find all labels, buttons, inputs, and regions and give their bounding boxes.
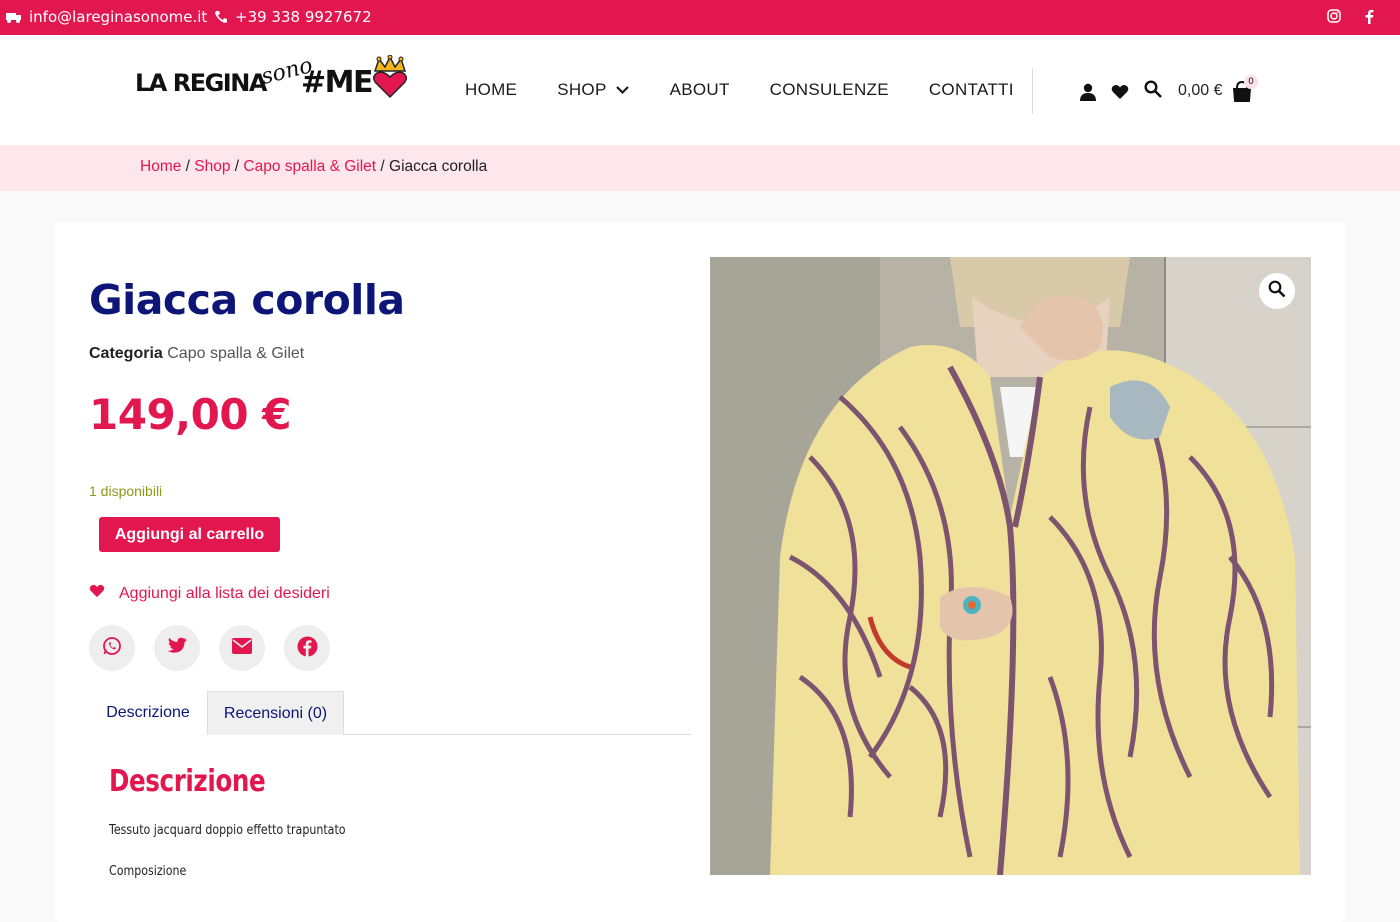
breadcrumb-separator: /: [376, 158, 390, 175]
facebook-icon[interactable]: [1364, 9, 1374, 24]
truck-mail-icon: [6, 10, 22, 24]
logo-text-regina: LA REGINA: [135, 69, 267, 97]
cart-count-badge: 0: [1244, 75, 1258, 89]
breadcrumb-current: Giacca corolla: [389, 158, 488, 175]
facebook-icon: [297, 636, 318, 661]
header-divider: [1032, 68, 1033, 114]
heart-icon: [89, 584, 105, 603]
product-image[interactable]: [710, 257, 1311, 875]
search-icon[interactable]: [1144, 80, 1162, 102]
user-icon[interactable]: [1080, 83, 1096, 105]
description-heading: Descrizione: [109, 764, 266, 799]
product-price: 149,00 €: [89, 390, 291, 439]
share-email-button[interactable]: [219, 625, 265, 671]
nav-item-label: SHOP: [557, 80, 607, 99]
nav-item-label: ABOUT: [669, 80, 730, 99]
zoom-button[interactable]: [1259, 273, 1295, 309]
phone-text[interactable]: +39 338 9927672: [235, 8, 372, 26]
product-tabs: Descrizione Recensioni (0): [89, 691, 691, 735]
magnifier-icon: [1268, 280, 1286, 302]
nav-item-label: HOME: [465, 80, 518, 99]
breadcrumb-separator: /: [181, 158, 195, 175]
chevron-down-icon: [615, 80, 630, 100]
logo-text-me: #ME: [301, 65, 373, 100]
nav-item-about[interactable]: ABOUT: [670, 80, 730, 100]
share-twitter-button[interactable]: [154, 625, 200, 671]
nav-item-consulenze[interactable]: CONSULENZE: [770, 80, 889, 100]
share-facebook-button[interactable]: [284, 625, 330, 671]
crown-heart-icon: [369, 54, 411, 103]
stock-status: 1 disponibili: [89, 483, 163, 499]
top-bar: info@lareginasonome.it +39 338 9927672: [0, 0, 1400, 35]
tab-recensioni[interactable]: Recensioni (0): [207, 691, 344, 735]
nav-item-home[interactable]: HOME: [465, 80, 517, 100]
nav-item-contatti[interactable]: CONTATTI: [929, 80, 1014, 100]
email-contact[interactable]: info@lareginasonome.it: [6, 8, 207, 26]
nav-item-label: CONSULENZE: [769, 80, 889, 99]
breadcrumb-home[interactable]: Home: [140, 158, 181, 175]
tab-descrizione[interactable]: Descrizione: [89, 691, 207, 735]
product-category: Categoria Capo spalla & Gilet: [89, 345, 304, 363]
category-link[interactable]: Capo spalla & Gilet: [167, 345, 304, 362]
category-label: Categoria: [89, 345, 163, 362]
site-header: LA REGINA sono #ME HOME SHOP ABOUT CONSU…: [0, 35, 1400, 145]
add-to-wishlist-link[interactable]: Aggiungi alla lista dei desideri: [89, 584, 330, 603]
description-text: Tessuto jacquard doppio effetto trapunta…: [109, 823, 346, 838]
description-composition: Composizione: [109, 864, 187, 879]
breadcrumb-shop[interactable]: Shop: [194, 158, 230, 175]
phone-icon: [214, 10, 228, 24]
wishlist-label: Aggiungi alla lista dei desideri: [119, 584, 330, 602]
phone-contact[interactable]: +39 338 9927672: [214, 8, 372, 26]
main-nav: HOME SHOP ABOUT CONSULENZE CONTATTI: [465, 80, 1014, 100]
nav-item-shop[interactable]: SHOP: [557, 80, 629, 100]
whatsapp-icon: [102, 636, 122, 660]
breadcrumb-category[interactable]: Capo spalla & Gilet: [243, 158, 376, 175]
twitter-icon: [167, 637, 188, 659]
breadcrumb: Home / Shop / Capo spalla & Gilet / Giac…: [140, 158, 487, 176]
add-to-cart-button[interactable]: Aggiungi al carrello: [99, 517, 280, 552]
share-whatsapp-button[interactable]: [89, 625, 135, 671]
nav-item-label: CONTATTI: [928, 80, 1014, 99]
breadcrumb-bar: Home / Shop / Capo spalla & Gilet / Giac…: [0, 145, 1400, 191]
email-text[interactable]: info@lareginasonome.it: [29, 8, 207, 26]
product-title: Giacca corolla: [89, 276, 405, 324]
cart-total[interactable]: 0,00 €: [1178, 82, 1222, 100]
site-logo[interactable]: LA REGINA sono #ME: [133, 53, 413, 109]
heart-icon[interactable]: [1111, 84, 1129, 104]
instagram-icon[interactable]: [1327, 9, 1341, 23]
breadcrumb-separator: /: [230, 158, 244, 175]
email-icon: [232, 638, 252, 658]
product-photo-illustration: [710, 257, 1311, 875]
